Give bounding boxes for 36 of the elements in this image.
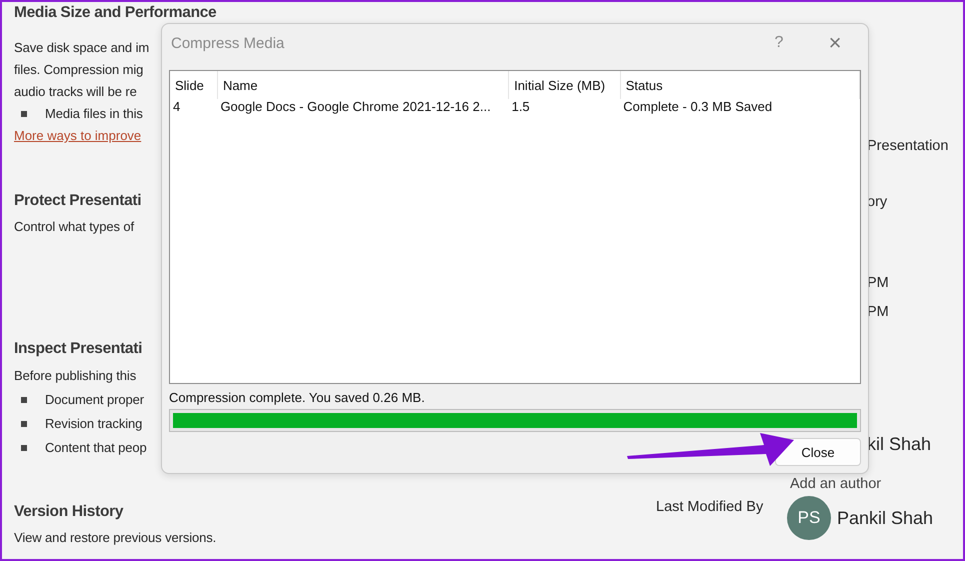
bullet-text: Revision tracking xyxy=(45,415,142,433)
description-text: Control what types of xyxy=(14,218,134,236)
description-text: audio tracks will be re xyxy=(14,83,137,101)
bullet-text: Content that peop xyxy=(45,439,147,457)
close-icon[interactable]: × xyxy=(823,32,847,54)
property-label: Last Modified By xyxy=(656,499,764,515)
avatar: PS xyxy=(787,496,831,540)
section-heading: Version History xyxy=(14,502,124,522)
description-text: files. Compression mig xyxy=(14,61,144,79)
description-text: Before publishing this xyxy=(14,367,136,385)
section-heading: Protect Presentati xyxy=(14,191,142,211)
section-heading: Media Size and Performance xyxy=(14,4,216,22)
bullet-text: Document proper xyxy=(45,391,144,409)
status-text: Compression complete. You saved 0.26 MB. xyxy=(169,390,425,406)
add-author-field[interactable]: Add an author xyxy=(790,474,882,494)
table-cell: 4 xyxy=(170,99,218,118)
modifier-name: Pankil Shah xyxy=(837,508,934,528)
bullet-icon xyxy=(21,111,27,117)
bullet-icon xyxy=(21,397,27,403)
table-cell: 1.5 xyxy=(508,99,620,118)
bullet-icon xyxy=(21,421,27,427)
section-heading: Inspect Presentati xyxy=(14,339,142,359)
description-text: View and restore previous versions. xyxy=(14,529,216,547)
close-button[interactable]: Close xyxy=(775,438,861,466)
dialog-title: Compress Media xyxy=(171,34,286,52)
column-header[interactable]: Slide xyxy=(170,71,218,99)
property-value: Presentation xyxy=(867,137,948,156)
description-text: Save disk space and im xyxy=(14,39,150,57)
bullet-icon xyxy=(21,445,27,451)
help-link[interactable]: More ways to improve xyxy=(14,125,142,147)
column-header[interactable]: Name xyxy=(217,71,509,99)
column-header[interactable]: Status xyxy=(620,71,860,99)
table-cell: Google Docs - Google Chrome 2021-12-16 2... xyxy=(217,99,509,118)
table-cell: Complete - 0.3 MB Saved xyxy=(620,99,860,118)
bullet-text: Media files in this xyxy=(45,105,143,123)
column-header[interactable]: Initial Size (MB) xyxy=(508,71,620,99)
